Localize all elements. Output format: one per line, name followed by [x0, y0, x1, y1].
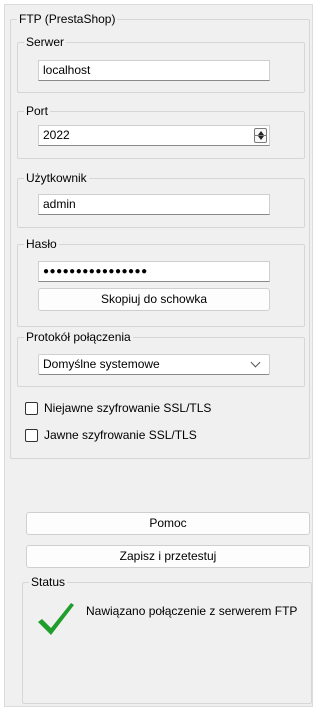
copy-to-clipboard-button[interactable]: Skopiuj do schowka [38, 288, 270, 311]
explicit-ssl-checkbox[interactable] [25, 429, 38, 442]
port-spinbox[interactable]: 2022 [38, 125, 270, 146]
user-group: Użytkownik admin [17, 171, 305, 228]
checkmark-icon [38, 603, 74, 635]
server-group: Serwer localhost [17, 35, 305, 93]
chevron-down-icon [250, 357, 261, 368]
ftp-group-title: FTP (PrestaShop) [17, 12, 118, 26]
user-label: Użytkownik [24, 171, 89, 185]
save-and-test-button[interactable]: Zapisz i przetestuj [26, 545, 310, 568]
ftp-group: FTP (PrestaShop) Serwer localhost Port 2… [10, 12, 310, 459]
implicit-ssl-checkbox[interactable] [25, 402, 38, 415]
status-label: Status [29, 575, 68, 589]
user-input[interactable]: admin [38, 194, 270, 215]
password-group: Hasło ●●●●●●●●●●●●●●●● Skopiuj do schowk… [17, 237, 305, 327]
port-value: 2022 [43, 128, 70, 142]
protocol-select[interactable]: Domyślne systemowe [38, 354, 270, 375]
port-group: Port 2022 [17, 104, 305, 159]
password-input[interactable]: ●●●●●●●●●●●●●●●● [38, 261, 270, 282]
status-message: Nawiązano połączenie z serwerem FTP [86, 604, 298, 618]
port-spin-buttons[interactable] [254, 128, 267, 143]
protocol-group: Protokół połączenia Domyślne systemowe [17, 330, 305, 387]
password-label: Hasło [24, 237, 59, 251]
server-input[interactable]: localhost [38, 60, 270, 81]
implicit-ssl-label[interactable]: Niejawne szyfrowanie SSL/TLS [44, 401, 211, 415]
spin-down-icon[interactable] [258, 136, 264, 140]
protocol-label: Protokół połączenia [24, 330, 133, 344]
protocol-selected-value: Domyślne systemowe [43, 357, 160, 371]
status-group: Status Nawiązano połączenie z serwerem F… [22, 575, 312, 704]
port-label: Port [24, 104, 51, 118]
server-label: Serwer [24, 35, 67, 49]
explicit-ssl-label[interactable]: Jawne szyfrowanie SSL/TLS [44, 428, 197, 442]
help-button[interactable]: Pomoc [26, 512, 310, 535]
settings-panel: FTP (PrestaShop) Serwer localhost Port 2… [4, 4, 313, 707]
